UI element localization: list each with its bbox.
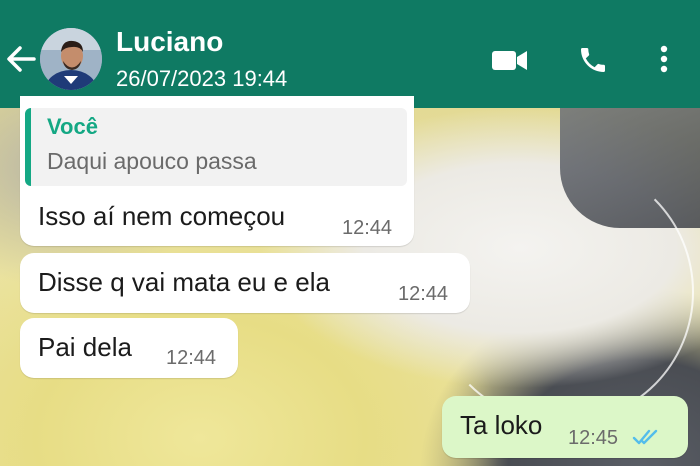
message-text: Disse q vai mata eu e ela [38, 267, 330, 297]
phone-call-icon[interactable] [576, 44, 610, 76]
message-text: Isso aí nem começou [38, 201, 286, 231]
quoted-text: Daqui apouco passa [47, 148, 257, 174]
message-time: 12:44 [398, 283, 449, 305]
quote-accent-bar [25, 108, 31, 186]
quoted-author: Você [47, 114, 98, 139]
chat-header: Luciano 26/07/2023 19:44 [0, 0, 700, 108]
message-text: Ta loko [460, 410, 543, 440]
message-time: 12:44 [166, 347, 217, 369]
more-options-icon[interactable] [656, 44, 672, 76]
message-time: 12:44 [342, 217, 393, 239]
avatar[interactable] [40, 28, 102, 90]
quoted-message[interactable]: Você Daqui apouco passa [25, 108, 407, 186]
double-check-icon [632, 427, 662, 447]
message-time: 12:45 [568, 427, 619, 449]
back-arrow-icon[interactable] [4, 42, 38, 76]
video-call-icon[interactable] [490, 44, 530, 76]
last-seen-timestamp: 26/07/2023 19:44 [116, 66, 288, 91]
message-text: Pai dela [38, 332, 132, 362]
contact-name[interactable]: Luciano [116, 26, 223, 58]
